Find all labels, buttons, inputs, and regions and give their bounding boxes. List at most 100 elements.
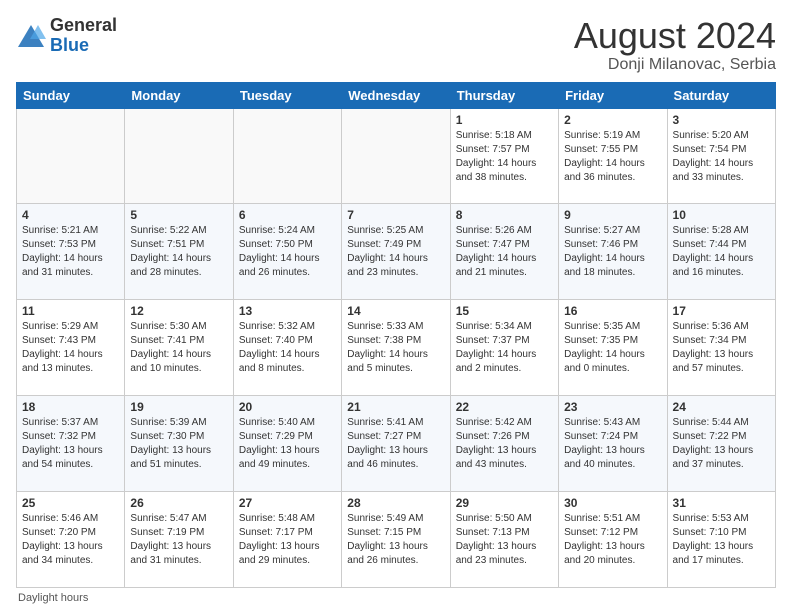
day-number: 21 [347, 400, 444, 414]
calendar-cell: 26 Sunrise: 5:47 AM Sunset: 7:19 PM Dayli… [125, 492, 233, 588]
calendar-cell: 14 Sunrise: 5:33 AM Sunset: 7:38 PM Dayli… [342, 300, 450, 396]
title-block: August 2024 Donji Milanovac, Serbia [574, 16, 776, 74]
day-info: Sunrise: 5:19 AM Sunset: 7:55 PM Dayligh… [564, 129, 661, 185]
calendar-header-monday: Monday [125, 82, 233, 108]
calendar-week-4: 18Sunrise: 5:37 AM Sunset: 7:32 PM Dayli… [17, 396, 776, 492]
month-year: August 2024 [574, 16, 776, 56]
day-number: 11 [22, 304, 119, 318]
calendar-week-1: 1Sunrise: 5:18 AM Sunset: 7:57 PM Daylig… [17, 108, 776, 204]
day-number: 1 [456, 113, 553, 127]
day-number: 22 [456, 400, 553, 414]
day-number: 23 [564, 400, 661, 414]
day-number: 3 [673, 113, 770, 127]
calendar-header-sunday: Sunday [17, 82, 125, 108]
logo-icon [16, 21, 46, 51]
day-info: Sunrise: 5:49 AM Sunset: 7:15 PM Dayligh… [347, 512, 444, 568]
day-info: Sunrise: 5:35 AM Sunset: 7:35 PM Dayligh… [564, 320, 661, 376]
day-info: Sunrise: 5:40 AM Sunset: 7:29 PM Dayligh… [239, 416, 336, 472]
calendar-cell: 11Sunrise: 5:29 AM Sunset: 7:43 PM Dayli… [17, 300, 125, 396]
day-number: 29 [456, 496, 553, 510]
day-info: Sunrise: 5:50 AM Sunset: 7:13 PM Dayligh… [456, 512, 553, 568]
calendar-cell: 4 Sunrise: 5:21 AM Sunset: 7:53 PM Daylig… [17, 204, 125, 300]
calendar-cell: 3Sunrise: 5:20 AM Sunset: 7:54 PM Daylig… [667, 108, 775, 204]
header: General Blue August 2024 Donji Milanovac… [16, 16, 776, 74]
footer: Daylight hours [16, 592, 776, 604]
day-number: 15 [456, 304, 553, 318]
day-number: 30 [564, 496, 661, 510]
day-info: Sunrise: 5:43 AM Sunset: 7:24 PM Dayligh… [564, 416, 661, 472]
calendar-cell: 7Sunrise: 5:25 AM Sunset: 7:49 PM Daylig… [342, 204, 450, 300]
calendar-cell: 17 Sunrise: 5:36 AM Sunset: 7:34 PM Dayli… [667, 300, 775, 396]
day-number: 16 [564, 304, 661, 318]
calendar-cell: 24Sunrise: 5:44 AM Sunset: 7:22 PM Dayli… [667, 396, 775, 492]
calendar-cell: 18Sunrise: 5:37 AM Sunset: 7:32 PM Dayli… [17, 396, 125, 492]
logo-general-text: General [50, 16, 117, 36]
calendar-cell: 30 Sunrise: 5:51 AM Sunset: 7:12 PM Dayli… [559, 492, 667, 588]
calendar-cell: 6Sunrise: 5:24 AM Sunset: 7:50 PM Daylig… [233, 204, 341, 300]
day-info: Sunrise: 5:32 AM Sunset: 7:40 PM Dayligh… [239, 320, 336, 376]
day-number: 26 [130, 496, 227, 510]
day-number: 14 [347, 304, 444, 318]
day-number: 27 [239, 496, 336, 510]
day-number: 8 [456, 208, 553, 222]
calendar-cell: 25 Sunrise: 5:46 AM Sunset: 7:20 PM Dayli… [17, 492, 125, 588]
calendar-cell: 23 Sunrise: 5:43 AM Sunset: 7:24 PM Dayli… [559, 396, 667, 492]
day-info: Sunrise: 5:44 AM Sunset: 7:22 PM Dayligh… [673, 416, 770, 472]
calendar-cell: 20 Sunrise: 5:40 AM Sunset: 7:29 PM Dayli… [233, 396, 341, 492]
day-number: 6 [239, 208, 336, 222]
calendar-cell: 15 Sunrise: 5:34 AM Sunset: 7:37 PM Dayli… [450, 300, 558, 396]
day-number: 4 [22, 208, 119, 222]
calendar-cell: 21Sunrise: 5:41 AM Sunset: 7:27 PM Dayli… [342, 396, 450, 492]
day-info: Sunrise: 5:25 AM Sunset: 7:49 PM Dayligh… [347, 224, 444, 280]
day-info: Sunrise: 5:21 AM Sunset: 7:53 PM Dayligh… [22, 224, 119, 280]
day-info: Sunrise: 5:30 AM Sunset: 7:41 PM Dayligh… [130, 320, 227, 376]
calendar-cell [125, 108, 233, 204]
calendar-cell: 28 Sunrise: 5:49 AM Sunset: 7:15 PM Dayli… [342, 492, 450, 588]
day-info: Sunrise: 5:34 AM Sunset: 7:37 PM Dayligh… [456, 320, 553, 376]
calendar-week-2: 4 Sunrise: 5:21 AM Sunset: 7:53 PM Daylig… [17, 204, 776, 300]
calendar-week-3: 11Sunrise: 5:29 AM Sunset: 7:43 PM Dayli… [17, 300, 776, 396]
day-number: 31 [673, 496, 770, 510]
calendar-week-5: 25 Sunrise: 5:46 AM Sunset: 7:20 PM Dayli… [17, 492, 776, 588]
calendar-cell [17, 108, 125, 204]
calendar-header-row: SundayMondayTuesdayWednesdayThursdayFrid… [17, 82, 776, 108]
calendar-cell: 5 Sunrise: 5:22 AM Sunset: 7:51 PM Daylig… [125, 204, 233, 300]
day-number: 17 [673, 304, 770, 318]
day-info: Sunrise: 5:27 AM Sunset: 7:46 PM Dayligh… [564, 224, 661, 280]
logo-text: General Blue [50, 16, 117, 56]
calendar-cell: 19 Sunrise: 5:39 AM Sunset: 7:30 PM Dayli… [125, 396, 233, 492]
logo-blue-text: Blue [50, 36, 117, 56]
calendar-cell: 16 Sunrise: 5:35 AM Sunset: 7:35 PM Dayli… [559, 300, 667, 396]
day-info: Sunrise: 5:46 AM Sunset: 7:20 PM Dayligh… [22, 512, 119, 568]
calendar-cell: 8 Sunrise: 5:26 AM Sunset: 7:47 PM Daylig… [450, 204, 558, 300]
page: General Blue August 2024 Donji Milanovac… [0, 0, 792, 612]
calendar-table: SundayMondayTuesdayWednesdayThursdayFrid… [16, 82, 776, 588]
calendar-header-tuesday: Tuesday [233, 82, 341, 108]
calendar-cell: 29 Sunrise: 5:50 AM Sunset: 7:13 PM Dayli… [450, 492, 558, 588]
calendar-cell: 1Sunrise: 5:18 AM Sunset: 7:57 PM Daylig… [450, 108, 558, 204]
day-number: 20 [239, 400, 336, 414]
calendar-cell [233, 108, 341, 204]
logo: General Blue [16, 16, 117, 56]
day-info: Sunrise: 5:33 AM Sunset: 7:38 PM Dayligh… [347, 320, 444, 376]
day-info: Sunrise: 5:26 AM Sunset: 7:47 PM Dayligh… [456, 224, 553, 280]
calendar-cell: 12Sunrise: 5:30 AM Sunset: 7:41 PM Dayli… [125, 300, 233, 396]
calendar-header-friday: Friday [559, 82, 667, 108]
day-number: 18 [22, 400, 119, 414]
day-info: Sunrise: 5:36 AM Sunset: 7:34 PM Dayligh… [673, 320, 770, 376]
day-number: 2 [564, 113, 661, 127]
calendar-cell: 22Sunrise: 5:42 AM Sunset: 7:26 PM Dayli… [450, 396, 558, 492]
day-info: Sunrise: 5:22 AM Sunset: 7:51 PM Dayligh… [130, 224, 227, 280]
day-number: 19 [130, 400, 227, 414]
calendar-cell: 27Sunrise: 5:48 AM Sunset: 7:17 PM Dayli… [233, 492, 341, 588]
day-number: 25 [22, 496, 119, 510]
calendar-header-wednesday: Wednesday [342, 82, 450, 108]
day-info: Sunrise: 5:39 AM Sunset: 7:30 PM Dayligh… [130, 416, 227, 472]
calendar-cell: 2 Sunrise: 5:19 AM Sunset: 7:55 PM Daylig… [559, 108, 667, 204]
day-info: Sunrise: 5:28 AM Sunset: 7:44 PM Dayligh… [673, 224, 770, 280]
day-info: Sunrise: 5:47 AM Sunset: 7:19 PM Dayligh… [130, 512, 227, 568]
location: Donji Milanovac, Serbia [574, 56, 776, 74]
day-number: 5 [130, 208, 227, 222]
day-number: 28 [347, 496, 444, 510]
day-info: Sunrise: 5:51 AM Sunset: 7:12 PM Dayligh… [564, 512, 661, 568]
